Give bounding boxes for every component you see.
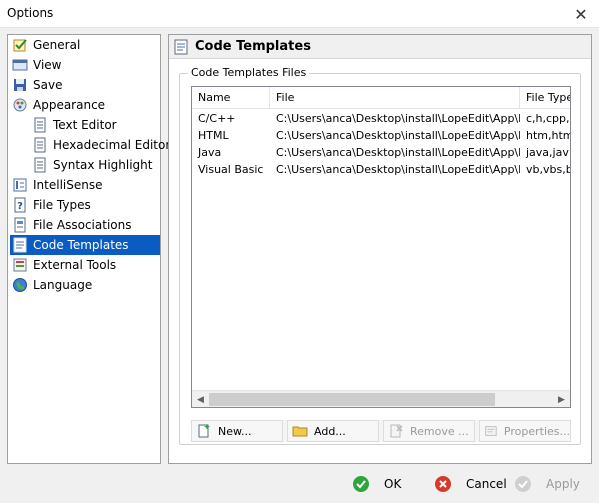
apply-button-label: Apply bbox=[546, 477, 580, 491]
table-row[interactable]: Java C:\Users\anca\Desktop\install\LopeE… bbox=[192, 144, 570, 161]
tree-item-label: File Associations bbox=[33, 218, 132, 232]
properties-button[interactable]: Properties... bbox=[479, 420, 571, 442]
new-file-icon bbox=[198, 424, 210, 438]
cell-name: Visual Basic bbox=[198, 163, 264, 176]
column-header-file-type[interactable]: File Type bbox=[520, 87, 570, 109]
remove-icon bbox=[390, 424, 403, 438]
tree-item-intellisense[interactable]: IntelliSense bbox=[10, 175, 160, 195]
cancel-button[interactable]: Cancel bbox=[434, 473, 510, 495]
tree-item-label: Code Templates bbox=[33, 238, 129, 252]
ok-button-label: OK bbox=[384, 477, 402, 491]
cell-file-type: vb,vbs,ba bbox=[526, 163, 570, 176]
cancel-button-label: Cancel bbox=[466, 477, 507, 491]
remove-button[interactable]: Remove ... bbox=[383, 420, 475, 442]
svg-text:?: ? bbox=[17, 201, 23, 212]
tree-item-language[interactable]: Language bbox=[10, 275, 160, 295]
cell-name: HTML bbox=[198, 129, 229, 142]
cell-file-type: java,jav bbox=[526, 146, 569, 159]
scroll-left-icon[interactable]: ◀ bbox=[192, 391, 209, 407]
dialog-footer: OK Cancel Apply bbox=[0, 466, 599, 503]
cell-name: Java bbox=[198, 146, 222, 159]
tree-item-label: Save bbox=[33, 78, 63, 92]
tree-item-label: Appearance bbox=[33, 98, 106, 112]
apply-button[interactable]: Apply bbox=[514, 473, 590, 495]
folder-icon bbox=[292, 426, 308, 437]
tree-item-label: Syntax Highlight bbox=[53, 158, 153, 172]
title-bar: Options ✕ bbox=[0, 0, 599, 28]
globe-icon bbox=[13, 278, 27, 292]
add-button-label: Add... bbox=[314, 424, 346, 438]
floppy-disk-icon bbox=[14, 79, 26, 91]
new-button-label: New... bbox=[218, 424, 252, 438]
cell-file: C:\Users\anca\Desktop\install\LopeEdit\A… bbox=[276, 129, 520, 142]
ok-check-icon bbox=[353, 476, 369, 492]
tree-item-text-editor[interactable]: Text Editor bbox=[30, 115, 160, 135]
tree-item-external-tools[interactable]: External Tools bbox=[10, 255, 160, 275]
tree-item-label: Text Editor bbox=[53, 118, 117, 132]
help-icon: ? bbox=[14, 197, 26, 213]
column-header-name[interactable]: Name bbox=[192, 87, 270, 109]
code-templates-icon bbox=[174, 39, 188, 54]
cell-file-type: htm,html bbox=[526, 129, 570, 142]
code-templates-panel: Code Templates Code Templates Files Name… bbox=[168, 34, 592, 464]
tree-item-view[interactable]: View bbox=[10, 55, 160, 75]
checkbox-icon bbox=[13, 39, 27, 52]
tree-item-file-associations[interactable]: File Associations bbox=[10, 215, 160, 235]
appearance-icon bbox=[13, 98, 27, 112]
tree-item-label: File Types bbox=[33, 198, 91, 212]
properties-button-label: Properties... bbox=[503, 424, 570, 438]
scrollbar-thumb[interactable] bbox=[209, 393, 495, 406]
category-tree: General View Save Appearance Text Editor… bbox=[7, 34, 170, 464]
add-button[interactable]: Add... bbox=[287, 420, 379, 442]
templates-list[interactable]: Name File File Type C/C++ C:\Users\anca\… bbox=[191, 86, 571, 408]
table-row[interactable]: C/C++ C:\Users\anca\Desktop\install\Lope… bbox=[192, 110, 570, 127]
window-title: Options bbox=[7, 6, 54, 20]
tree-item-file-types[interactable]: ? File Types bbox=[10, 195, 160, 215]
tree-item-code-templates[interactable]: Code Templates bbox=[10, 235, 160, 255]
external-tools-icon bbox=[13, 258, 27, 272]
tree-item-label: Hexadecimal Editor bbox=[53, 138, 171, 152]
view-icon bbox=[12, 59, 28, 71]
tree-item-label: External Tools bbox=[33, 258, 117, 272]
table-row[interactable]: HTML C:\Users\anca\Desktop\install\LopeE… bbox=[192, 127, 570, 144]
tree-item-save[interactable]: Save bbox=[10, 75, 160, 95]
tree-item-label: View bbox=[33, 58, 62, 72]
new-button[interactable]: New... bbox=[191, 420, 283, 442]
horizontal-scrollbar[interactable]: ◀ ▶ bbox=[192, 390, 570, 407]
tree-item-label: Language bbox=[33, 278, 93, 292]
cell-file: C:\Users\anca\Desktop\install\LopeEdit\A… bbox=[276, 146, 520, 159]
cell-file: C:\Users\anca\Desktop\install\LopeEdit\A… bbox=[276, 112, 520, 125]
tree-item-label: General bbox=[33, 38, 81, 52]
code-templates-icon bbox=[13, 237, 27, 253]
tree-item-hexadecimal-editor[interactable]: Hexadecimal Editor bbox=[30, 135, 170, 155]
document-icon bbox=[34, 137, 46, 153]
intellisense-icon bbox=[13, 178, 27, 192]
cell-file-type: c,h,cpp,h bbox=[526, 112, 570, 125]
remove-button-label: Remove ... bbox=[410, 424, 469, 438]
cancel-x-icon bbox=[435, 476, 451, 492]
table-row[interactable]: Visual Basic C:\Users\anca\Desktop\insta… bbox=[192, 161, 570, 178]
document-icon bbox=[34, 117, 46, 133]
template-toolbar: New... Add... Remove ... Properties... bbox=[191, 420, 571, 442]
code-templates-files-group: Code Templates Files Name File File Type… bbox=[179, 66, 581, 445]
file-associations-icon bbox=[14, 217, 26, 233]
close-icon[interactable]: ✕ bbox=[563, 0, 599, 28]
cell-name: C/C++ bbox=[198, 112, 236, 125]
tree-item-syntax-highlight[interactable]: Syntax Highlight bbox=[30, 155, 160, 175]
column-header-file[interactable]: File bbox=[270, 87, 520, 109]
panel-header: Code Templates bbox=[169, 35, 591, 59]
cell-file: C:\Users\anca\Desktop\install\LopeEdit\A… bbox=[276, 163, 520, 176]
ok-button[interactable]: OK bbox=[352, 473, 422, 495]
tree-item-appearance[interactable]: Appearance bbox=[10, 95, 160, 115]
apply-check-icon bbox=[515, 476, 531, 492]
scroll-right-icon[interactable]: ▶ bbox=[553, 391, 570, 407]
tree-item-general[interactable]: General bbox=[10, 35, 160, 55]
list-header: Name File File Type bbox=[192, 87, 570, 109]
document-icon bbox=[34, 157, 46, 173]
properties-icon bbox=[485, 426, 497, 436]
tree-item-label: IntelliSense bbox=[33, 178, 103, 192]
group-label: Code Templates Files bbox=[188, 66, 310, 79]
panel-title: Code Templates bbox=[195, 39, 311, 54]
